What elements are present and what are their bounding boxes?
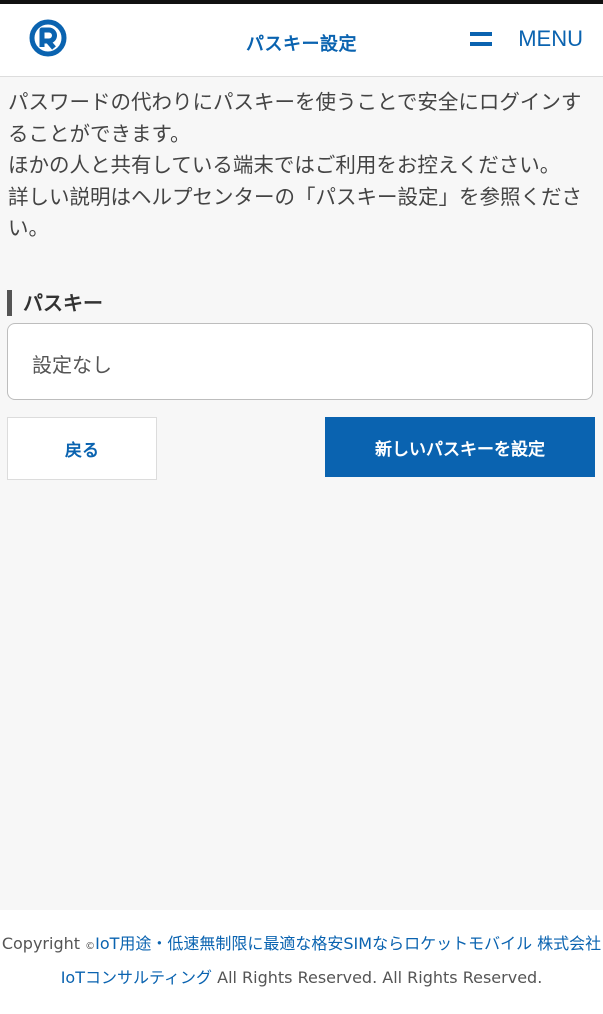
copyright-text: Copyright ©IoT用途・低速無制限に最適な格安SIMならロケットモバイ… bbox=[0, 928, 603, 993]
description-line: ほかの人と共有している端末ではご利用をお控えください。 bbox=[8, 153, 561, 177]
description-text: パスワードの代わりにパスキーを使うことで安全にログインすることができます。 ほか… bbox=[8, 87, 598, 245]
app-header: パスキー設定 MENU bbox=[0, 4, 603, 77]
back-button[interactable]: 戻る bbox=[7, 417, 157, 480]
description-line: パスワードの代わりにパスキーを使うことで安全にログインすることができます。 bbox=[8, 90, 582, 146]
description-line: 詳しい説明はヘルプセンターの「パスキー設定」を参照ください。 bbox=[8, 184, 582, 241]
page-footer: Copyright ©IoT用途・低速無制限に最適な格安SIMならロケットモバイ… bbox=[0, 910, 603, 1014]
menu-label: MENU bbox=[518, 26, 583, 51]
menu-button[interactable]: MENU bbox=[470, 26, 583, 52]
passkey-section-heading: パスキー bbox=[7, 290, 103, 316]
passkey-status-box: 設定なし bbox=[7, 323, 593, 400]
passkey-status-value: 設定なし bbox=[32, 353, 112, 377]
rights-text: All Rights Reserved. All Rights Reserved… bbox=[217, 968, 543, 987]
copyright-mark: © bbox=[85, 941, 96, 952]
hamburger-menu-icon bbox=[470, 32, 493, 46]
copyright-word: Copyright bbox=[1, 934, 81, 953]
set-new-passkey-button[interactable]: 新しいパスキーを設定 bbox=[325, 417, 595, 477]
